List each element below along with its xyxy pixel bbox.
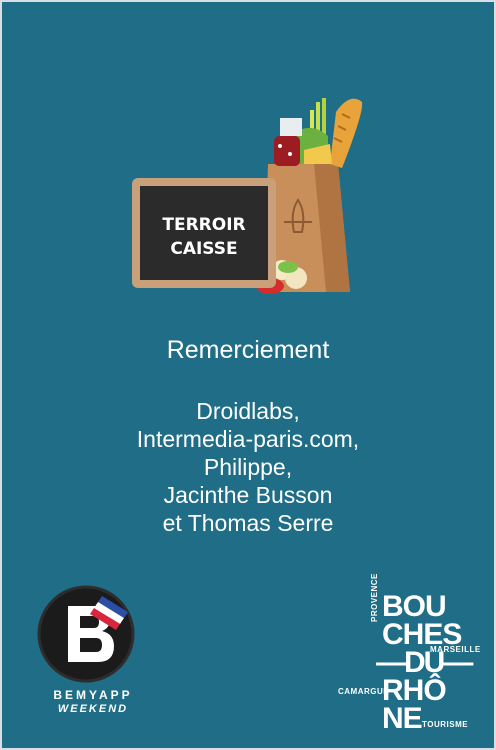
camargue-label: CAMARGUE [338, 687, 390, 696]
marseille-label: MARSEILLE [430, 645, 481, 654]
provence-label: PROVENCE [370, 573, 379, 622]
chalkboard-line2: CAISSE [170, 239, 237, 259]
bemyapp-subtitle: WEEKEND [57, 703, 129, 715]
credit-name: Jacinthe Busson [163, 482, 333, 508]
credits-names: Droidlabs, Intermedia-paris.com, Philipp… [0, 397, 496, 537]
credit-name: Philippe, [203, 454, 293, 480]
tourisme-label: TOURISME [422, 720, 469, 729]
credits-title: Remerciement [166, 336, 330, 364]
credit-name: et Thomas Serre [162, 510, 334, 536]
credit-name: Intermedia-paris.com, [136, 426, 360, 452]
bouches-du-rhone-logo: PROVENCE BOU CHES —DU— MARSEILLE RHÔ CAM… [330, 570, 486, 733]
chalkboard-line1: TERROIR [162, 215, 245, 235]
credit-name: Droidlabs, [196, 398, 300, 424]
terroir-caisse-logo: TERROIR CAISSE [132, 98, 363, 294]
bemyapp-title: BEMYAPP [53, 688, 133, 702]
bdr-line5: NE [382, 702, 423, 735]
